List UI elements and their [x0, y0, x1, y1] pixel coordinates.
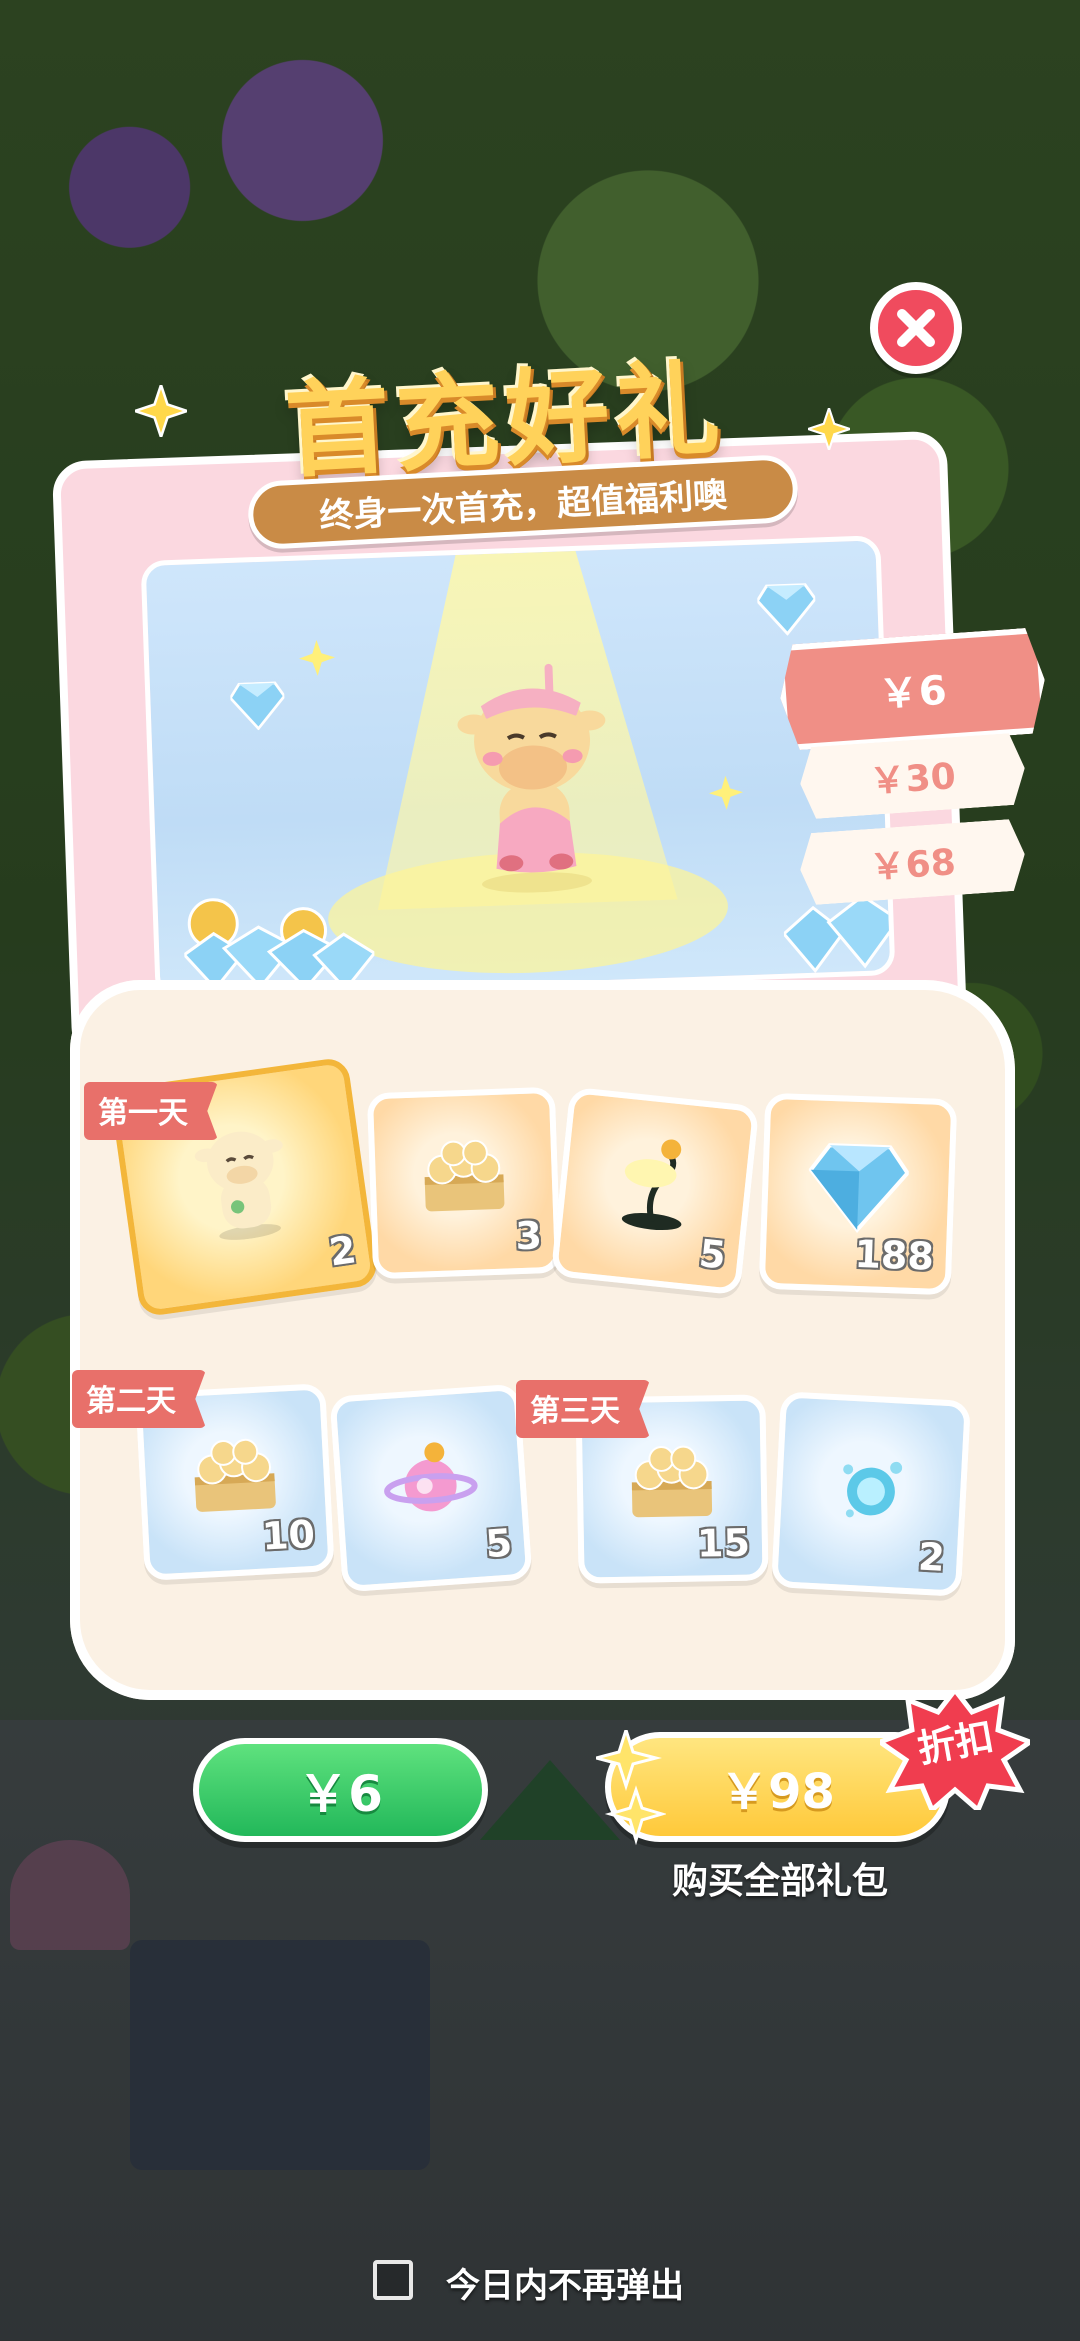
coin-cake-icon [621, 1432, 722, 1531]
sparkle-icon [130, 380, 192, 442]
reward-qty: 3 [514, 1213, 543, 1259]
day3-tag: 第三天 [516, 1380, 650, 1438]
popup-title: 首充好礼 [215, 335, 795, 493]
coin-cake-icon [182, 1423, 287, 1527]
reward-item-day3-2[interactable]: 2 [771, 1391, 971, 1597]
reward-qty: 2 [917, 1534, 946, 1580]
day1-tag: 第一天 [84, 1082, 218, 1140]
preview-scene [140, 535, 896, 1001]
price-tier-6[interactable]: ￥6 [777, 627, 1049, 751]
sparkle-icon [298, 639, 336, 676]
reward-qty: 188 [853, 1231, 935, 1279]
reward-qty: 5 [697, 1231, 728, 1278]
close-icon [897, 309, 935, 347]
dont-show-checkbox[interactable] [373, 2260, 413, 2300]
planet-candy-icon [377, 1426, 484, 1536]
cow-character-icon [449, 660, 617, 895]
water-orb-icon [819, 1433, 924, 1541]
reward-item-day1-4[interactable]: 188 [758, 1092, 958, 1296]
sparkle-icon [708, 775, 743, 810]
reward-qty: 15 [696, 1520, 751, 1566]
star-decoration-icon [590, 1725, 668, 1850]
diamond-pile-icon [182, 888, 377, 995]
day2-tag: 第二天 [72, 1370, 206, 1428]
reward-qty: 2 [326, 1227, 359, 1275]
reward-qty: 10 [260, 1511, 316, 1559]
coin-cake-icon [413, 1126, 515, 1227]
reward-item-day1-3[interactable]: 5 [550, 1086, 760, 1296]
dont-show-label[interactable]: 今日内不再弹出 [446, 2258, 684, 2307]
reward-qty: 5 [484, 1520, 514, 1567]
diamond-icon [806, 1133, 910, 1239]
sparkle-icon [804, 404, 854, 454]
buy-button[interactable]: ￥6 [193, 1738, 488, 1842]
diamond-icon [755, 583, 818, 637]
buy-all-caption: 购买全部礼包 [671, 1861, 888, 1902]
reward-item-day1-2[interactable]: 3 [366, 1086, 562, 1280]
reward-item-day2-2[interactable]: 5 [329, 1383, 533, 1593]
close-button[interactable] [870, 282, 962, 374]
lamp-icon [601, 1129, 711, 1239]
diamond-icon [228, 681, 287, 731]
